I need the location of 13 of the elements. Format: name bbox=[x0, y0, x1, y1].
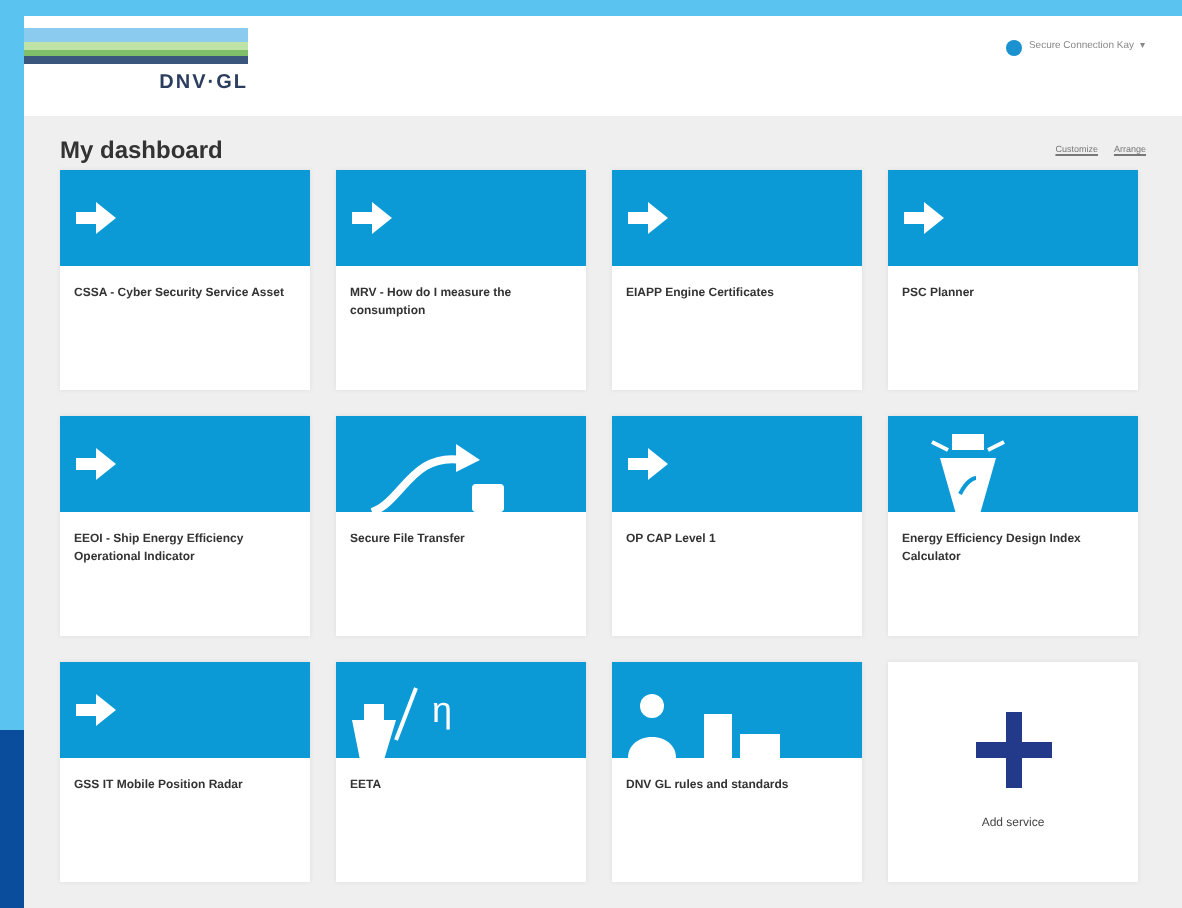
arrow-icon bbox=[76, 694, 116, 727]
plus-icon bbox=[975, 711, 1051, 788]
arrow-icon bbox=[628, 448, 668, 481]
arrow-icon bbox=[904, 202, 944, 235]
arrow-icon bbox=[76, 448, 116, 481]
logo-text: DNV·GL bbox=[157, 70, 248, 98]
arrow-icon bbox=[628, 202, 668, 235]
arrow-icon bbox=[76, 202, 116, 235]
page-title: My dashboard bbox=[60, 136, 223, 165]
logo-icon bbox=[24, 28, 248, 64]
avatar-icon bbox=[1006, 40, 1023, 56]
eta-symbol: η bbox=[432, 687, 453, 734]
arrow-icon bbox=[352, 202, 392, 235]
